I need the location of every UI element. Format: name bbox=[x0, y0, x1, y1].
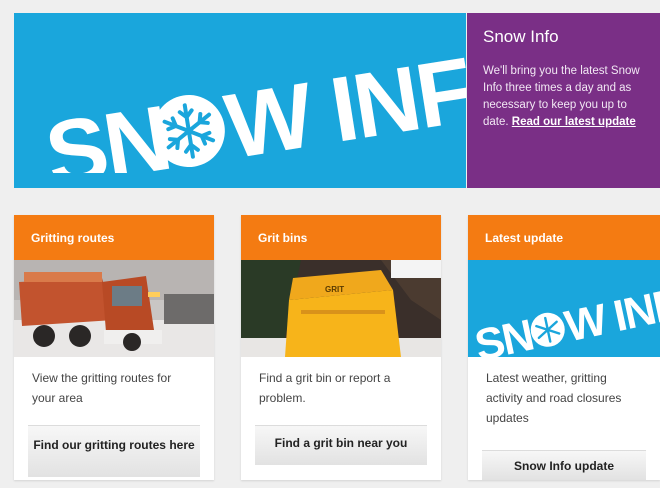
svg-text:GRIT: GRIT bbox=[325, 285, 344, 294]
snow-info-panel: Snow Info We'll bring you the latest Sno… bbox=[467, 13, 660, 188]
card-description: View the gritting routes for your area bbox=[32, 371, 172, 405]
snow-info-update-button[interactable]: Snow Info update bbox=[482, 450, 646, 480]
card-description: Find a grit bin or report a problem. bbox=[259, 371, 391, 405]
yellow-grit-bin-photo: GRIT bbox=[241, 260, 441, 357]
panel-title: Snow Info bbox=[483, 27, 559, 46]
card-title: Grit bins bbox=[241, 215, 441, 260]
gritter-lorry-photo bbox=[14, 260, 214, 357]
card-gritting-routes: Gritting routes View the gritting routes… bbox=[14, 215, 214, 480]
svg-text:W INFO: W INFO bbox=[219, 43, 466, 173]
card-title: Gritting routes bbox=[14, 215, 214, 260]
card-description: Latest weather, gritting activity and ro… bbox=[486, 371, 622, 425]
card-title: Latest update bbox=[468, 215, 660, 260]
panel-description: We'll bring you the latest Snow Info thr… bbox=[483, 63, 646, 131]
card-latest-update: Latest update SN W INFO Latest weather, … bbox=[468, 215, 660, 480]
find-grit-bin-button[interactable]: Find a grit bin near you bbox=[255, 425, 427, 465]
find-gritting-routes-button[interactable]: Find our gritting routes here bbox=[28, 425, 200, 477]
svg-text:SN: SN bbox=[471, 311, 537, 357]
snow-info-banner: SN W INFO bbox=[14, 13, 466, 188]
svg-text:W INFO: W INFO bbox=[561, 273, 660, 352]
page: SN W INFO Snow Info We'll bring you the … bbox=[0, 0, 660, 488]
card-grit-bins: Grit bins GRIT Find a grit bin or report… bbox=[241, 215, 441, 480]
read-latest-update-link[interactable]: Read our latest update bbox=[512, 116, 636, 128]
snow-info-logo-image: SN W INFO bbox=[468, 260, 660, 357]
snow-info-logo: SN W INFO bbox=[36, 29, 466, 188]
